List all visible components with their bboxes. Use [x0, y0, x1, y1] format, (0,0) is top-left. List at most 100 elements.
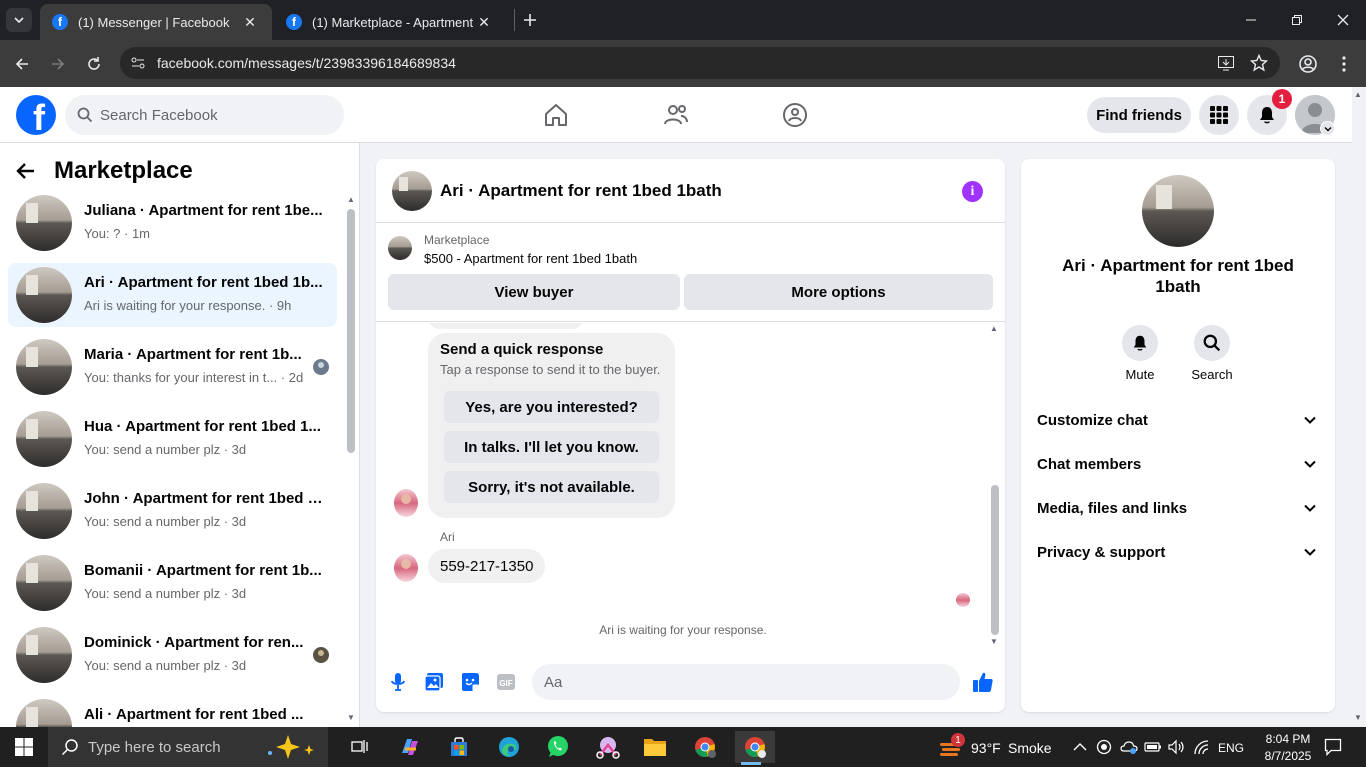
- contact-avatar[interactable]: [1142, 175, 1214, 247]
- sidebar-scrollbar-thumb[interactable]: [347, 209, 355, 453]
- view-buyer-button[interactable]: View buyer: [388, 274, 680, 310]
- groups-nav[interactable]: [775, 95, 815, 135]
- svg-text:GIF: GIF: [499, 679, 512, 688]
- send-like-button[interactable]: [971, 670, 995, 694]
- start-button[interactable]: [8, 731, 40, 763]
- info-icon[interactable]: i: [962, 181, 983, 202]
- facebook-logo-icon[interactable]: f: [16, 95, 56, 135]
- message-input[interactable]: [544, 673, 914, 691]
- close-tab-icon[interactable]: ✕: [474, 12, 494, 32]
- input-language[interactable]: ENG: [1218, 741, 1244, 755]
- browser-tab-messenger[interactable]: f (1) Messenger | Facebook ✕: [40, 4, 272, 40]
- weather-temp[interactable]: 93°F: [971, 740, 1001, 756]
- copilot-app[interactable]: [394, 731, 426, 763]
- search-action[interactable]: Search: [1182, 325, 1242, 382]
- sidebar-scroll-up[interactable]: ▲: [347, 195, 355, 204]
- minimize-button[interactable]: [1228, 8, 1274, 32]
- chat-title[interactable]: Ari · Apartment for rent 1bed 1bath: [440, 181, 722, 201]
- find-friends-button[interactable]: Find friends: [1087, 97, 1191, 133]
- install-app-icon[interactable]: [1217, 54, 1235, 72]
- message-input-wrapper[interactable]: [532, 664, 960, 700]
- customize-chat-section[interactable]: Customize chat: [1021, 398, 1335, 442]
- store-app[interactable]: [443, 731, 475, 763]
- site-info-icon[interactable]: [130, 55, 146, 71]
- home-nav[interactable]: [536, 95, 576, 135]
- quick-response-in-talks-button[interactable]: In talks. I'll let you know.: [444, 431, 659, 463]
- clock-time[interactable]: 8:04 PM: [1258, 732, 1318, 746]
- onedrive-icon[interactable]: [1120, 739, 1138, 755]
- attach-photo-button[interactable]: [422, 670, 446, 694]
- snipping-tool-app[interactable]: [592, 731, 624, 763]
- close-window-button[interactable]: [1320, 8, 1366, 32]
- weather-desc[interactable]: Smoke: [1008, 740, 1052, 756]
- chrome-app-active[interactable]: [735, 731, 775, 765]
- conversation-item-dominick[interactable]: Dominick · Apartment for ren... You: sen…: [8, 623, 337, 687]
- search-input[interactable]: [100, 106, 330, 124]
- mute-action[interactable]: Mute: [1110, 325, 1170, 382]
- conversation-item-ali[interactable]: Ali · Apartment for rent 1bed ...: [8, 695, 337, 727]
- battery-icon[interactable]: [1144, 739, 1162, 755]
- chrome-app-profile-1[interactable]: [689, 731, 721, 763]
- chat-scrollbar-thumb[interactable]: [991, 485, 999, 635]
- chat-scroll-down[interactable]: ▼: [990, 637, 998, 646]
- facebook-favicon-icon: f: [286, 14, 302, 30]
- chat-members-section[interactable]: Chat members: [1021, 442, 1335, 486]
- sidebar-scroll-down[interactable]: ▼: [347, 713, 355, 722]
- friends-nav[interactable]: [656, 95, 696, 135]
- notification-center-button[interactable]: [1324, 738, 1342, 756]
- conversation-item-maria[interactable]: Maria · Apartment for rent 1b... You: th…: [8, 335, 337, 399]
- clock-date[interactable]: 8/7/2025: [1258, 749, 1318, 763]
- volume-icon[interactable]: [1168, 739, 1186, 755]
- show-hidden-icons-button[interactable]: [1072, 739, 1088, 755]
- minimize-icon: [1246, 19, 1256, 21]
- restore-button[interactable]: [1274, 8, 1320, 32]
- weather-widget-icon[interactable]: 1: [938, 733, 965, 759]
- quick-response-yes-button[interactable]: Yes, are you interested?: [444, 391, 659, 423]
- menu-button[interactable]: [1199, 95, 1239, 135]
- privacy-support-section[interactable]: Privacy & support: [1021, 530, 1335, 574]
- more-options-button[interactable]: More options: [684, 274, 993, 310]
- browser-menu-button[interactable]: [1331, 51, 1357, 77]
- message-bubble[interactable]: 559-217-1350: [428, 549, 546, 583]
- reload-button[interactable]: [81, 51, 107, 77]
- sticker-button[interactable]: [458, 670, 482, 694]
- whatsapp-app[interactable]: [542, 731, 574, 763]
- conversation-item-ari[interactable]: Ari · Apartment for rent 1bed 1b... Ari …: [8, 263, 337, 327]
- sender-avatar[interactable]: [394, 489, 418, 517]
- sender-avatar[interactable]: [394, 554, 418, 582]
- address-bar[interactable]: facebook.com/messages/t/2398339618468983…: [120, 47, 1280, 79]
- network-icon[interactable]: [1193, 739, 1211, 755]
- taskbar-search[interactable]: Type here to search: [48, 727, 328, 767]
- conversation-item-juliana[interactable]: Juliana · Apartment for rent 1be... You:…: [8, 191, 337, 255]
- gif-button[interactable]: GIF: [494, 670, 518, 694]
- new-tab-button[interactable]: [518, 8, 542, 32]
- bookmark-star-icon[interactable]: [1250, 54, 1268, 72]
- listing-title[interactable]: $500 - Apartment for rent 1bed 1bath: [424, 251, 637, 266]
- facebook-search[interactable]: [65, 95, 344, 135]
- chat-avatar[interactable]: [392, 171, 432, 211]
- forward-button[interactable]: [45, 51, 71, 77]
- edge-app[interactable]: [493, 731, 525, 763]
- conversation-item-hua[interactable]: Hua · Apartment for rent 1bed 1... You: …: [8, 407, 337, 471]
- page-scroll-up[interactable]: ▲: [1354, 90, 1362, 99]
- profile-button[interactable]: [1295, 51, 1321, 77]
- browser-tab-marketplace[interactable]: f (1) Marketplace - Apartment for ✕: [274, 4, 506, 40]
- conversation-item-john[interactable]: John · Apartment for rent 1bed 1... You:…: [8, 479, 337, 543]
- tab-search-button[interactable]: [6, 8, 32, 32]
- file-explorer-app[interactable]: [639, 731, 671, 763]
- back-arrow-icon[interactable]: [16, 161, 36, 181]
- chat-scroll-up[interactable]: ▲: [990, 324, 998, 333]
- message-square-icon: [1324, 738, 1342, 756]
- close-tab-icon[interactable]: ✕: [240, 12, 260, 32]
- task-view-button[interactable]: [344, 731, 376, 763]
- listing-thumbnail[interactable]: [388, 236, 412, 260]
- account-caret[interactable]: [1320, 121, 1335, 136]
- page-scroll-down[interactable]: ▼: [1354, 713, 1362, 722]
- conversation-item-bomanii[interactable]: Bomanii · Apartment for rent 1b... You: …: [8, 551, 337, 615]
- tray-record-icon[interactable]: [1096, 739, 1112, 755]
- quick-response-not-available-button[interactable]: Sorry, it's not available.: [444, 471, 659, 503]
- back-button[interactable]: [9, 51, 35, 77]
- media-files-links-section[interactable]: Media, files and links: [1021, 486, 1335, 530]
- voice-clip-button[interactable]: [386, 670, 410, 694]
- conversation-preview: Ari is waiting for your response. · 9h: [84, 298, 292, 313]
